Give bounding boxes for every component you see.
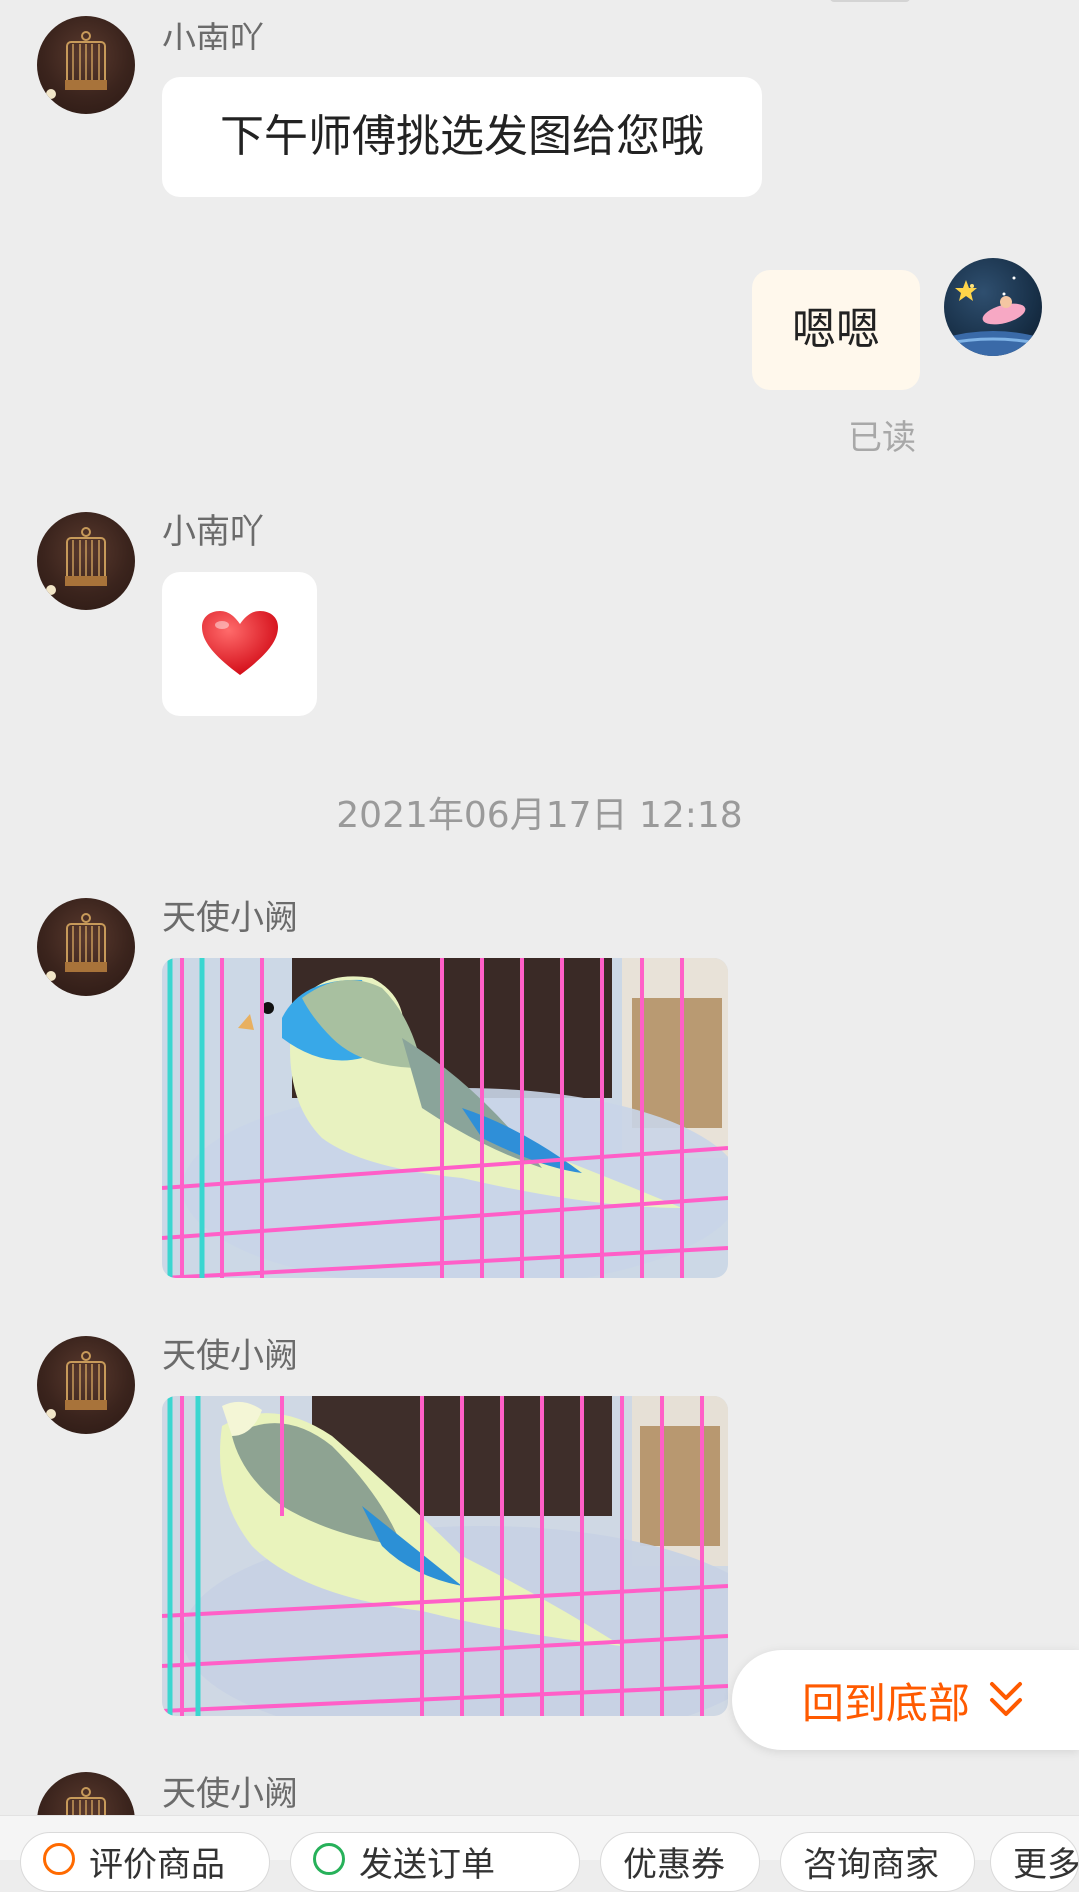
quick-reply-chip[interactable]: 评价商品 — [20, 1832, 270, 1892]
timestamp: 2021年06月17日 12:18 — [336, 795, 743, 836]
quick-reply-chip[interactable]: 更多 — [990, 1832, 1079, 1892]
avatar-seller[interactable] — [37, 1336, 135, 1434]
read-receipt: 已读 — [848, 418, 916, 458]
sender-name: 天使小阙 — [162, 898, 298, 938]
quick-reply-chip[interactable]: 发送订单 — [290, 1832, 580, 1892]
double-chevron-down-icon — [990, 1682, 1023, 1716]
avatar-me[interactable] — [944, 258, 1042, 356]
avatar-seller[interactable] — [37, 512, 135, 610]
sender-name: 天使小阙 — [162, 1774, 298, 1814]
budgie-photo-1[interactable] — [162, 958, 728, 1278]
sender-name: 天使小阙 — [162, 1336, 298, 1376]
quick-reply-chip[interactable]: 咨询商家 — [780, 1832, 975, 1892]
emoji-bubble[interactable] — [162, 572, 317, 716]
sender-name: 小南吖 — [162, 512, 264, 552]
avatar-seller[interactable] — [37, 16, 135, 114]
sender-name: 小南吖 — [162, 20, 264, 50]
rate-icon — [43, 1843, 75, 1875]
top-handle — [830, 0, 910, 2]
order-icon — [313, 1843, 345, 1875]
avatar-seller[interactable] — [37, 898, 135, 996]
back-to-bottom-button[interactable]: 回到底部 — [732, 1650, 1079, 1750]
back-to-bottom-label: 回到底部 — [802, 1678, 971, 1728]
message-bubble[interactable]: 下午师傅挑选发图给您哦 — [162, 77, 762, 197]
quick-reply-chip[interactable]: 优惠券 — [600, 1832, 760, 1892]
budgie-photo-2[interactable] — [162, 1396, 728, 1716]
heart-icon — [201, 611, 278, 675]
my-message-bubble[interactable]: 嗯嗯 — [752, 270, 920, 390]
